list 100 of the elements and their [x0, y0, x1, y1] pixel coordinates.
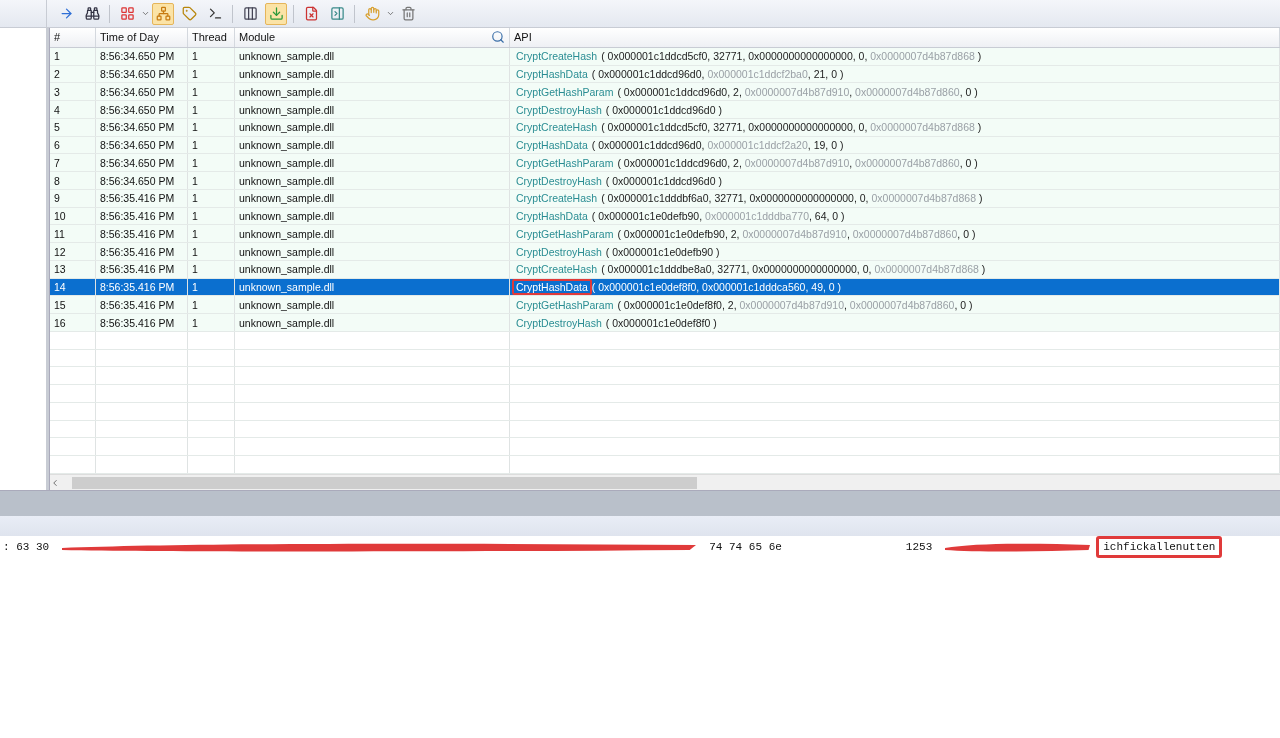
- table-row[interactable]: 12 8:56:35.416 PM 1 unknown_sample.dll CryptDestroyHash ( 0x000001c1e0defb90 ): [50, 243, 1280, 261]
- api-argument: ( 0x000001c1dddbe8a0, 32771, 0x0000000000000000, 0,: [601, 263, 873, 276]
- table-row[interactable]: 8 8:56:34.650 PM 1 unknown_sample.dll CryptDestroyHash ( 0x000001c1ddcd96d0 ): [50, 172, 1280, 190]
- api-name: CryptCreateHash: [515, 49, 599, 65]
- table-cell: 1: [192, 103, 198, 116]
- search-icon[interactable]: [491, 30, 505, 45]
- api-argument: ): [976, 50, 982, 63]
- table-cell: 7: [54, 156, 60, 169]
- table-cell: 1: [192, 121, 198, 134]
- api-argument: ): [977, 192, 983, 205]
- column-header[interactable]: #: [50, 28, 96, 47]
- table-row[interactable]: 15 8:56:35.416 PM 1 unknown_sample.dll CryptGetHashParam ( 0x000001c1e0def8f0, 2, 0x0000007d4b87d910, 0x0000007d4b87d860, 0 ): [50, 296, 1280, 315]
- caret-icon: [385, 9, 395, 18]
- api-argument: ): [980, 263, 986, 276]
- tree-icon: [155, 6, 171, 21]
- table-cell: 2: [54, 68, 60, 81]
- api-argument: 0x0000007d4b87d868: [874, 263, 979, 276]
- api-argument: ( 0x000001c1e0defb90, 2,: [617, 227, 741, 240]
- table-cell: 8:56:34.650 PM: [100, 139, 175, 152]
- api-argument: ( 0x000001c1ddcd96d0 ): [605, 174, 722, 187]
- api-argument: , 21, 0 ): [807, 68, 844, 81]
- api-argument: ,: [844, 298, 848, 311]
- api-argument: ( 0x000001c1ddcd5cf0, 32771, 0x0000000000000000, 0,: [601, 50, 869, 63]
- download-icon: [268, 6, 284, 21]
- api-argument: , 0 ): [959, 85, 978, 98]
- table-cell: unknown_sample.dll: [239, 298, 335, 311]
- api-name: CryptGetHashParam: [515, 226, 615, 242]
- api-argument: ( 0x000001c1ddcd96d0, 2,: [617, 85, 743, 98]
- api-name: CryptGetHashParam: [515, 297, 615, 313]
- table-cell: 1: [192, 298, 198, 311]
- api-argument: ( 0x000001c1e0defb90,: [591, 210, 704, 223]
- table-cell: 8:56:34.650 PM: [100, 68, 175, 81]
- api-name: CryptHashData: [515, 209, 589, 225]
- table-row[interactable]: 11 8:56:35.416 PM 1 unknown_sample.dll CryptGetHashParam ( 0x000001c1e0defb90, 2, 0x0000007d4b87d910, 0x0000007d4b87d860, 0 ): [50, 225, 1280, 244]
- column-header[interactable]: Time of Day: [96, 28, 188, 47]
- api-argument: , 0 ): [957, 227, 976, 240]
- table-cell: 4: [54, 103, 60, 116]
- grid-icon: [119, 6, 135, 21]
- table-cell: 8:56:34.650 PM: [100, 103, 175, 116]
- table-cell: unknown_sample.dll: [239, 139, 335, 152]
- table-cell: 1: [192, 50, 198, 63]
- api-name: CryptDestroyHash: [515, 244, 603, 260]
- column-header[interactable]: Module: [235, 28, 510, 47]
- api-argument: ( 0x000001c1e0defb90 ): [605, 245, 720, 258]
- scroll-left-icon[interactable]: [50, 477, 60, 488]
- api-argument: ( 0x000001c1e0def8f0, 0x000001c1dddca560, 49, 0 ): [591, 281, 842, 294]
- api-argument: ( 0x000001c1ddcd96d0,: [591, 68, 706, 81]
- table-cell: 1: [192, 227, 198, 240]
- table-cell: 8:56:35.416 PM: [100, 210, 175, 223]
- table-cell: unknown_sample.dll: [239, 263, 335, 276]
- column-header[interactable]: Thread: [188, 28, 235, 47]
- api-argument: ,: [849, 156, 854, 169]
- tree-button[interactable]: [152, 2, 174, 25]
- table-cell: 1: [192, 174, 198, 187]
- table-cell: 1: [192, 281, 198, 294]
- table-row[interactable]: 7 8:56:34.650 PM 1 unknown_sample.dll CryptGetHashParam ( 0x000001c1ddcd96d0, 2, 0x0000007d4b87d910, 0x0000007d4b87d860, 0 ): [50, 154, 1280, 173]
- api-name: CryptGetHashParam: [515, 84, 615, 100]
- hex-text: : 63 30: [2, 540, 51, 555]
- api-argument: 0x0000007d4b87d910: [742, 227, 847, 240]
- api-name: CryptDestroyHash: [515, 315, 603, 331]
- table-row[interactable]: 16 8:56:35.416 PM 1 unknown_sample.dll CryptDestroyHash ( 0x000001c1e0def8f0 ): [50, 314, 1280, 332]
- table-cell: 1: [192, 139, 198, 152]
- table-cell: 8:56:35.416 PM: [100, 316, 175, 329]
- api-argument: ( 0x000001c1dddbf6a0, 32771, 0x0000000000000000, 0,: [601, 192, 870, 205]
- api-name: CryptCreateHash: [515, 262, 599, 278]
- api-name: CryptDestroyHash: [515, 173, 603, 189]
- table-cell: 15: [54, 298, 66, 311]
- columns-icon: [242, 6, 258, 21]
- binoculars-icon: [84, 6, 100, 21]
- table-cell: 8:56:34.650 PM: [100, 156, 175, 169]
- table-cell: 9: [54, 192, 60, 205]
- api-argument: 0x000001c1ddcf2a20: [707, 139, 808, 152]
- api-argument: , 0 ): [959, 156, 978, 169]
- table-cell: unknown_sample.dll: [239, 68, 335, 81]
- column-header[interactable]: API: [510, 28, 1280, 47]
- table-cell: 8:56:34.650 PM: [100, 121, 175, 134]
- table-cell: 1: [192, 85, 198, 98]
- table-cell: 1: [192, 263, 198, 276]
- caret-icon: [140, 9, 150, 18]
- api-argument: , 0 ): [954, 298, 973, 311]
- table-cell: unknown_sample.dll: [239, 174, 335, 187]
- table-cell: unknown_sample.dll: [239, 316, 335, 329]
- table-cell: 8:56:35.416 PM: [100, 281, 175, 294]
- table-cell: 10: [54, 210, 66, 223]
- api-argument: 0x000001c1ddcf2ba0: [707, 68, 808, 81]
- api-name: CryptHashData: [515, 138, 589, 154]
- table-cell: unknown_sample.dll: [239, 85, 335, 98]
- table-cell: 11: [54, 227, 65, 240]
- api-argument: ): [976, 121, 982, 134]
- api-argument: ( 0x000001c1e0def8f0, 2,: [617, 298, 738, 311]
- trash-icon: [400, 6, 416, 21]
- table-cell: 1: [192, 192, 198, 205]
- table-cell: unknown_sample.dll: [239, 210, 335, 223]
- table-row[interactable]: 3 8:56:34.650 PM 1 unknown_sample.dll CryptGetHashParam ( 0x000001c1ddcd96d0, 2, 0x0000007d4b87d910, 0x0000007d4b87d860, 0 ): [50, 83, 1280, 102]
- api-argument: , 19, 0 ): [807, 139, 844, 152]
- table-cell: 14: [54, 281, 66, 294]
- api-name: CryptCreateHash: [515, 120, 599, 136]
- hex-text: 1253: [904, 540, 934, 555]
- table-cell: unknown_sample.dll: [239, 50, 335, 63]
- table-row[interactable]: 4 8:56:34.650 PM 1 unknown_sample.dll CryptDestroyHash ( 0x000001c1ddcd96d0 ): [50, 101, 1280, 119]
